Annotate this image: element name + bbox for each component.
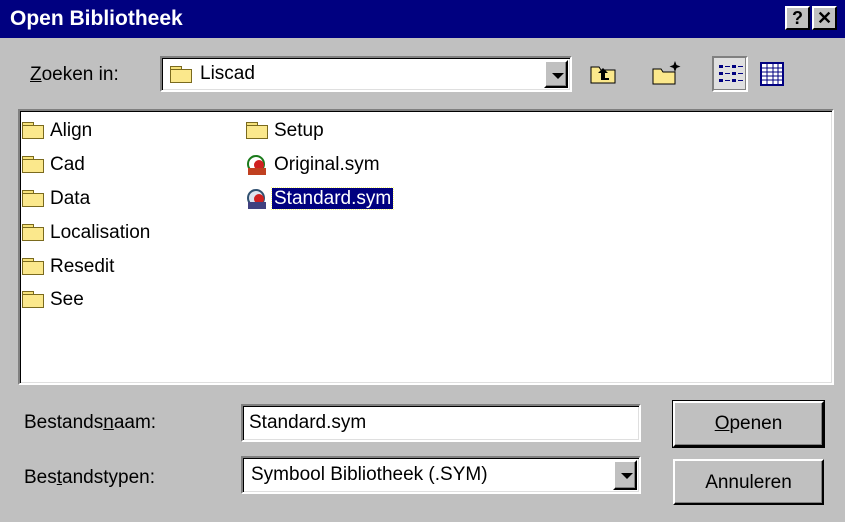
list-item[interactable]: Cad: [22, 150, 87, 180]
list-item[interactable]: Original.sym: [246, 150, 382, 180]
chevron-down-icon[interactable]: [613, 460, 637, 490]
filename-value: Standard.sym: [249, 412, 367, 433]
list-item-selected[interactable]: Standard.sym: [246, 184, 395, 214]
filename-input[interactable]: Standard.sym: [241, 404, 641, 442]
close-button[interactable]: ✕: [812, 6, 837, 30]
help-icon: ?: [792, 8, 803, 28]
list-view-button[interactable]: [712, 56, 748, 92]
help-button[interactable]: ?: [785, 6, 810, 30]
folder-open-icon: [170, 66, 192, 83]
cancel-button[interactable]: Annuleren: [673, 459, 824, 505]
list-item[interactable]: See: [22, 285, 86, 315]
list-item[interactable]: Align: [22, 116, 94, 146]
symbol-library-icon: [246, 154, 268, 176]
folder-icon: [22, 190, 44, 208]
new-folder-icon: [652, 61, 681, 85]
folder-icon: [22, 258, 44, 276]
folder-icon: [246, 122, 268, 140]
folder-icon: [22, 291, 44, 309]
list-view-icon: [719, 65, 743, 82]
open-button[interactable]: Openen: [672, 400, 825, 448]
list-item[interactable]: Resedit: [22, 252, 116, 282]
up-one-level-button[interactable]: [587, 57, 619, 89]
file-list[interactable]: Align Cad Data Localisation Resedit See …: [18, 109, 834, 385]
list-item[interactable]: Localisation: [22, 218, 152, 248]
look-in-combobox[interactable]: Liscad: [160, 56, 572, 92]
folder-icon: [22, 156, 44, 174]
filetype-select[interactable]: Symbool Bibliotheek (.SYM): [241, 456, 641, 494]
dialog-title: Open Bibliotheek: [10, 7, 183, 30]
look-in-label: Zoeken in:: [30, 64, 119, 85]
symbol-library-icon: [246, 188, 268, 210]
list-item[interactable]: Data: [22, 184, 92, 214]
list-item[interactable]: Setup: [246, 116, 326, 146]
close-icon: ✕: [816, 8, 833, 28]
up-one-level-icon: [590, 66, 616, 84]
look-in-value: Liscad: [200, 63, 255, 84]
details-view-icon: [760, 62, 784, 86]
chevron-down-icon[interactable]: [544, 60, 568, 88]
filename-label: Bestandsnaam:: [24, 412, 157, 433]
details-view-button[interactable]: [756, 58, 788, 90]
filetype-value: Symbool Bibliotheek (.SYM): [251, 464, 488, 485]
folder-icon: [22, 122, 44, 140]
new-folder-button[interactable]: [650, 57, 682, 89]
filetype-label: Bestandstypen:: [24, 467, 155, 488]
title-bar: Open Bibliotheek ? ✕: [0, 0, 845, 38]
folder-icon: [22, 224, 44, 242]
